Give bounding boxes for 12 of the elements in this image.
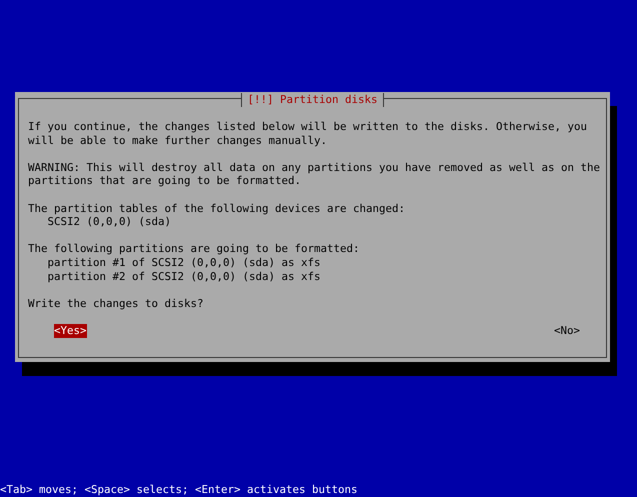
list-item: partition #2 of SCSI2 (0,0,0) (sda) as xfs bbox=[46, 270, 322, 284]
section-heading: The partition tables of the following devices are changed: bbox=[28, 202, 406, 216]
dialog-title: [!!] Partition disks bbox=[241, 93, 384, 107]
message-text: If you continue, the changes listed below will be written to the disks. Otherwise, you will be able to make further changes manually. bbox=[28, 120, 588, 148]
help-line: <Tab> moves; <Space> selects; <Enter> activates buttons bbox=[0, 483, 358, 497]
no-button[interactable]: <No> bbox=[554, 324, 580, 338]
list-item: SCSI2 (0,0,0) (sda) bbox=[46, 215, 172, 229]
message-text: WARNING: This will destroy all data on any partitions you have removed as well as on the partitions that are going to be formatted. bbox=[28, 160, 602, 188]
section-heading: The following partitions are going to be formatted: bbox=[28, 242, 361, 256]
yes-button[interactable]: <Yes> bbox=[54, 324, 87, 338]
question-text: Write the changes to disks? bbox=[28, 296, 205, 310]
list-item: partition #1 of SCSI2 (0,0,0) (sda) as xfs bbox=[46, 256, 322, 270]
